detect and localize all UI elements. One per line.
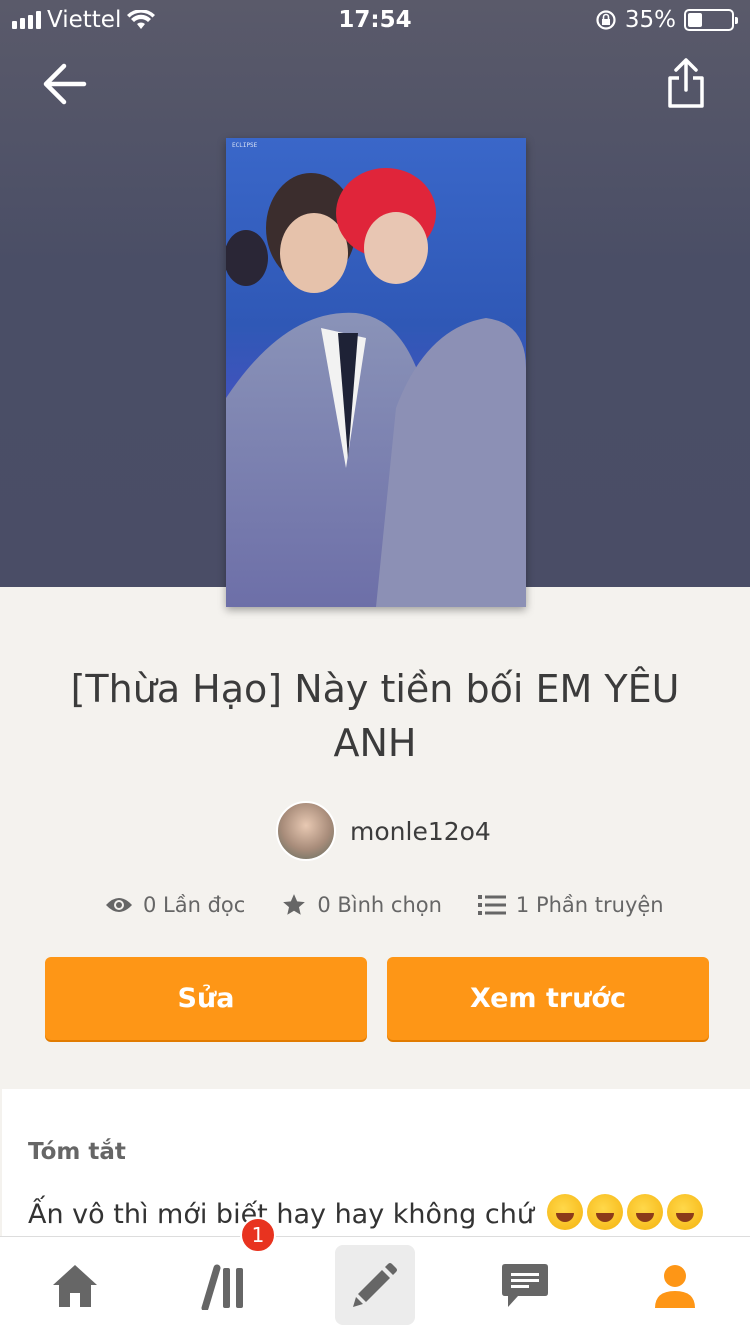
stat-votes-label: 0 Bình chọn — [317, 893, 442, 917]
stat-votes: 0 Bình chọn — [281, 892, 442, 918]
share-icon[interactable] — [664, 56, 708, 112]
summary-text-line: Ấn vô thì mới biết hay hay không chứ — [28, 1194, 703, 1230]
cover-caption: ECLIPSE — [232, 142, 258, 149]
summary-text: Ấn vô thì mới biết hay hay không chứ — [28, 1199, 534, 1230]
laughing-emoji-icon — [586, 1194, 623, 1230]
star-icon — [283, 894, 306, 915]
bottom-tab-bar: 1 — [0, 1217, 750, 1334]
tab-home[interactable] — [25, 1237, 125, 1334]
laughing-emoji-icon — [546, 1194, 583, 1230]
status-bar: Viettel 17:54 35% — [0, 0, 750, 42]
stat-reads: 0 Lần đọc — [105, 893, 245, 917]
stat-parts-label: 1 Phần truyện — [515, 893, 664, 917]
rotation-lock-icon — [596, 10, 616, 30]
library-notification-badge: 1 — [240, 1217, 276, 1253]
story-stats: 0 Lần đọc 0 Bình chọn 1 Phần truyện — [105, 892, 700, 918]
profile-icon — [655, 1265, 695, 1308]
laughing-emoji-icon — [626, 1194, 663, 1230]
story-title: [Thừa Hạo] Này tiền bối EM YÊU ANH — [70, 667, 680, 765]
tab-write[interactable] — [335, 1245, 415, 1325]
eye-icon — [106, 898, 132, 912]
chat-icon — [502, 1264, 548, 1307]
author-link[interactable]: monle12o4 — [276, 801, 491, 861]
battery-icon — [684, 9, 738, 31]
status-right: 35% — [595, 7, 738, 33]
stat-reads-label: 0 Lần đọc — [143, 893, 246, 917]
laughing-emoji-icon — [666, 1194, 703, 1230]
author-name[interactable]: monle12o4 — [350, 817, 491, 846]
pencil-icon — [353, 1263, 397, 1307]
back-arrow-icon[interactable] — [40, 62, 88, 106]
list-icon — [477, 895, 506, 915]
tab-profile[interactable] — [625, 1237, 725, 1334]
tab-messages[interactable] — [475, 1237, 575, 1334]
cover-artwork — [226, 168, 526, 607]
stat-parts: 1 Phần truyện — [477, 893, 664, 917]
edit-button[interactable]: Sửa — [45, 957, 367, 1040]
library-icon — [201, 1264, 243, 1310]
author-avatar[interactable] — [276, 801, 336, 861]
story-cover-image: ECLIPSE — [226, 138, 526, 607]
home-icon — [53, 1265, 97, 1307]
battery-percent: 35% — [624, 7, 676, 33]
preview-button[interactable]: Xem trước — [387, 957, 709, 1040]
summary-heading: Tóm tắt — [28, 1139, 126, 1165]
